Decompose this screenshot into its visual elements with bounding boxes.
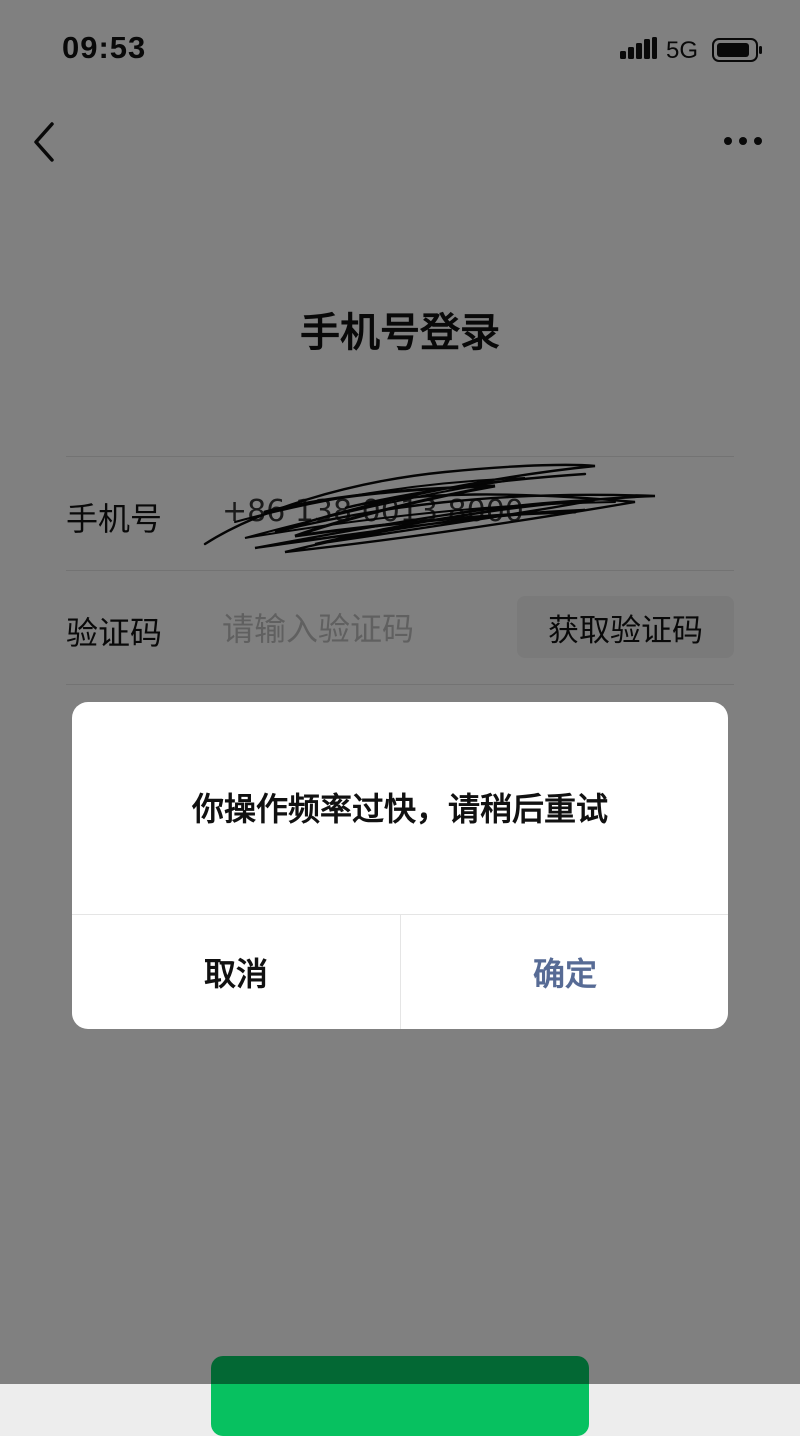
- modal-mask: [0, 0, 800, 1384]
- alert-dialog: 你操作频率过快，请稍后重试 取消 确定: [72, 702, 728, 1029]
- dialog-message: 你操作频率过快，请稍后重试: [191, 790, 608, 828]
- cancel-button[interactable]: 取消: [72, 915, 400, 1029]
- confirm-button[interactable]: 确定: [401, 915, 728, 1029]
